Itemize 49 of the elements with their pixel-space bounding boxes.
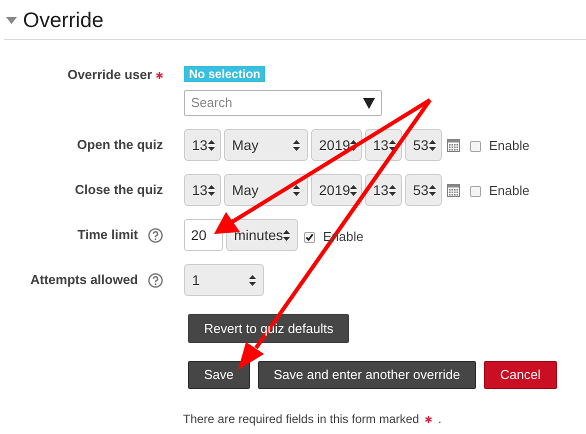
- collapse-icon[interactable]: [6, 17, 17, 24]
- action-button[interactable]: Save and enter another override: [258, 361, 476, 389]
- note-period: .: [438, 411, 442, 428]
- search-field[interactable]: Search: [184, 90, 382, 116]
- action-button[interactable]: Save: [188, 361, 250, 389]
- select-field[interactable]: May: [224, 129, 308, 161]
- spinner-icon: [208, 184, 215, 196]
- select-field[interactable]: 2019: [311, 174, 362, 206]
- field-label: Open the quiz: [77, 136, 163, 154]
- select-field[interactable]: 2019: [311, 129, 362, 161]
- action-button[interactable]: Cancel: [484, 361, 557, 389]
- selection-badge: No selection: [184, 66, 266, 82]
- spinner-icon: [249, 274, 256, 286]
- required-note: There are required fields in this form marked: [183, 411, 420, 428]
- select-field[interactable]: 1: [184, 264, 264, 296]
- enable-label: Enable: [489, 137, 530, 156]
- section-title[interactable]: Override: [23, 4, 104, 36]
- field-label: Time limit: [78, 226, 138, 244]
- dropdown-icon: [363, 98, 375, 108]
- select-field[interactable]: 13: [184, 174, 221, 206]
- field-label: Close the quiz: [74, 181, 163, 200]
- spinner-icon: [293, 140, 300, 150]
- select-field[interactable]: 13: [184, 129, 221, 161]
- select-field[interactable]: 53: [405, 129, 442, 161]
- calendar-icon[interactable]: [447, 183, 460, 197]
- calendar-icon[interactable]: [447, 138, 460, 152]
- spinner-icon: [350, 140, 358, 150]
- help-icon[interactable]: [148, 272, 163, 288]
- checkbox[interactable]: [304, 232, 315, 242]
- spinner-icon: [388, 140, 396, 150]
- spinner-icon: [428, 184, 436, 196]
- checkbox[interactable]: [470, 140, 481, 152]
- select-field[interactable]: May: [224, 174, 308, 206]
- required-icon: [425, 416, 432, 422]
- spinner-icon: [293, 184, 300, 196]
- select-field[interactable]: 13: [365, 174, 402, 206]
- select-field[interactable]: 53: [405, 174, 442, 206]
- spinner-icon: [208, 140, 215, 150]
- enable-label: Enable: [489, 182, 530, 200]
- spinner-icon: [283, 230, 290, 240]
- spinner-icon: [388, 184, 396, 196]
- select-field[interactable]: minutes: [226, 219, 298, 251]
- checkbox[interactable]: [470, 186, 481, 196]
- help-icon[interactable]: [148, 228, 163, 242]
- field-label: Attempts allowed: [30, 271, 138, 290]
- spinner-icon: [350, 184, 358, 196]
- field-label: Override user: [67, 66, 152, 84]
- number-field[interactable]: 20: [184, 219, 223, 251]
- spinner-icon: [428, 140, 436, 150]
